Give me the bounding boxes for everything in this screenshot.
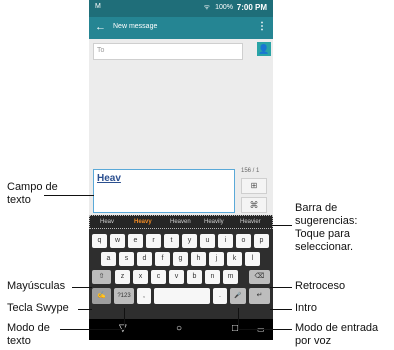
leader-line <box>270 309 292 310</box>
key-q[interactable]: q <box>92 234 107 248</box>
attach-icon[interactable]: ⊞ <box>241 178 267 194</box>
status-time: 7:00 PM <box>236 3 267 12</box>
comma-key[interactable]: , <box>137 288 151 304</box>
key-y[interactable]: y <box>182 234 197 248</box>
key-d[interactable]: d <box>137 252 152 266</box>
callout-barra-sugerencias: Barra de sugerencias: Toque para selecci… <box>295 202 357 254</box>
callout-modo-texto: Modo de texto <box>7 322 50 348</box>
callout-entrada-voz: Modo de entrada por voz <box>295 322 378 348</box>
key-j[interactable]: j <box>209 252 224 266</box>
key-f[interactable]: f <box>155 252 170 266</box>
leader-line <box>238 308 239 330</box>
key-w[interactable]: w <box>110 234 125 248</box>
leader-line <box>72 287 92 288</box>
leader-line <box>124 308 125 330</box>
key-e[interactable]: e <box>128 234 143 248</box>
key-k[interactable]: k <box>227 252 242 266</box>
callout-text: Toque para <box>295 228 351 240</box>
callout-text: texto <box>7 335 31 347</box>
suggestion-item[interactable]: Heavier <box>240 219 261 225</box>
swype-keyboard: Heav Heavy Heaven Heavily Heavier q w e … <box>89 215 273 325</box>
phone-screen: M ᯤ 100% 7:00 PM ← New message ⋮ To 👤 He… <box>89 0 273 340</box>
battery-level: 100% <box>215 4 233 11</box>
callout-text: Modo de entrada <box>295 322 379 334</box>
callout-campo-texto: Campo de texto <box>7 181 58 207</box>
page-title: New message <box>113 23 158 30</box>
status-left-icon: M <box>95 3 101 10</box>
callout-text: Campo de <box>7 181 58 193</box>
key-u[interactable]: u <box>200 234 215 248</box>
overflow-menu-icon[interactable]: ⋮ <box>257 21 267 32</box>
suggestion-item[interactable]: Heavy <box>134 219 152 225</box>
key-n[interactable]: n <box>205 270 220 284</box>
enter-key-icon[interactable]: ↵ <box>249 288 270 304</box>
callout-text: por voz <box>295 335 332 347</box>
key-b[interactable]: b <box>187 270 202 284</box>
callout-text: seleccionar. <box>295 241 354 253</box>
key-l[interactable]: l <box>245 252 260 266</box>
leader-line <box>272 225 292 226</box>
space-key[interactable] <box>154 288 210 304</box>
key-x[interactable]: x <box>133 270 148 284</box>
character-counter: 156 / 1 <box>241 168 260 174</box>
home-nav-icon[interactable]: ○ <box>176 323 182 334</box>
suggestion-item[interactable]: Heaven <box>170 219 191 225</box>
key-s[interactable]: s <box>119 252 134 266</box>
callout-intro: Intro <box>295 302 318 314</box>
message-text: Heav <box>97 173 121 184</box>
leader-line <box>238 329 292 330</box>
signal-icon: ᯤ <box>203 4 211 11</box>
key-z[interactable]: z <box>115 270 130 284</box>
key-p[interactable]: p <box>254 234 269 248</box>
key-a[interactable]: a <box>101 252 116 266</box>
shift-key-icon[interactable]: ⇧ <box>92 270 111 284</box>
leader-line <box>44 195 94 196</box>
callout-retroceso: Retroceso <box>295 280 346 292</box>
suggestion-item[interactable]: Heavily <box>204 219 224 225</box>
recipient-placeholder: To <box>97 47 105 54</box>
suggestion-bar: Heav Heavy Heaven Heavily Heavier <box>89 215 273 229</box>
back-arrow-icon[interactable]: ← <box>95 21 106 33</box>
leader-line <box>270 287 292 288</box>
leader-line <box>78 309 92 310</box>
callout-text: Modo de <box>7 322 50 334</box>
key-m[interactable]: m <box>223 270 238 284</box>
period-key[interactable]: . <box>213 288 227 304</box>
key-h[interactable]: h <box>191 252 206 266</box>
key-v[interactable]: v <box>169 270 184 284</box>
swype-key-icon[interactable]: ✍ <box>92 288 111 304</box>
key-t[interactable]: t <box>164 234 179 248</box>
app-bar: ← New message ⋮ <box>89 17 273 39</box>
callout-tecla-swype: Tecla Swype <box>7 302 69 314</box>
message-text-field[interactable]: Heav <box>93 169 235 213</box>
recipient-input[interactable]: To <box>93 43 243 60</box>
microphone-icon[interactable]: 🎤 <box>230 288 246 304</box>
key-c[interactable]: c <box>151 270 166 284</box>
key-i[interactable]: i <box>218 234 233 248</box>
key-r[interactable]: r <box>146 234 161 248</box>
contact-picker-button[interactable]: 👤 <box>257 42 271 56</box>
backspace-key-icon[interactable]: ⌫ <box>249 270 270 284</box>
leader-line <box>60 329 124 330</box>
callout-mayusculas: Mayúsculas <box>7 280 66 292</box>
status-bar: M ᯤ 100% 7:00 PM <box>89 0 273 17</box>
send-icon[interactable]: ⌘ <box>241 197 267 213</box>
suggestion-item[interactable]: Heav <box>100 219 114 225</box>
callout-text: sugerencias: <box>295 215 358 227</box>
callout-text: Barra de <box>295 202 338 214</box>
key-o[interactable]: o <box>236 234 251 248</box>
key-g[interactable]: g <box>173 252 188 266</box>
symbols-key[interactable]: ?123 <box>114 288 134 304</box>
